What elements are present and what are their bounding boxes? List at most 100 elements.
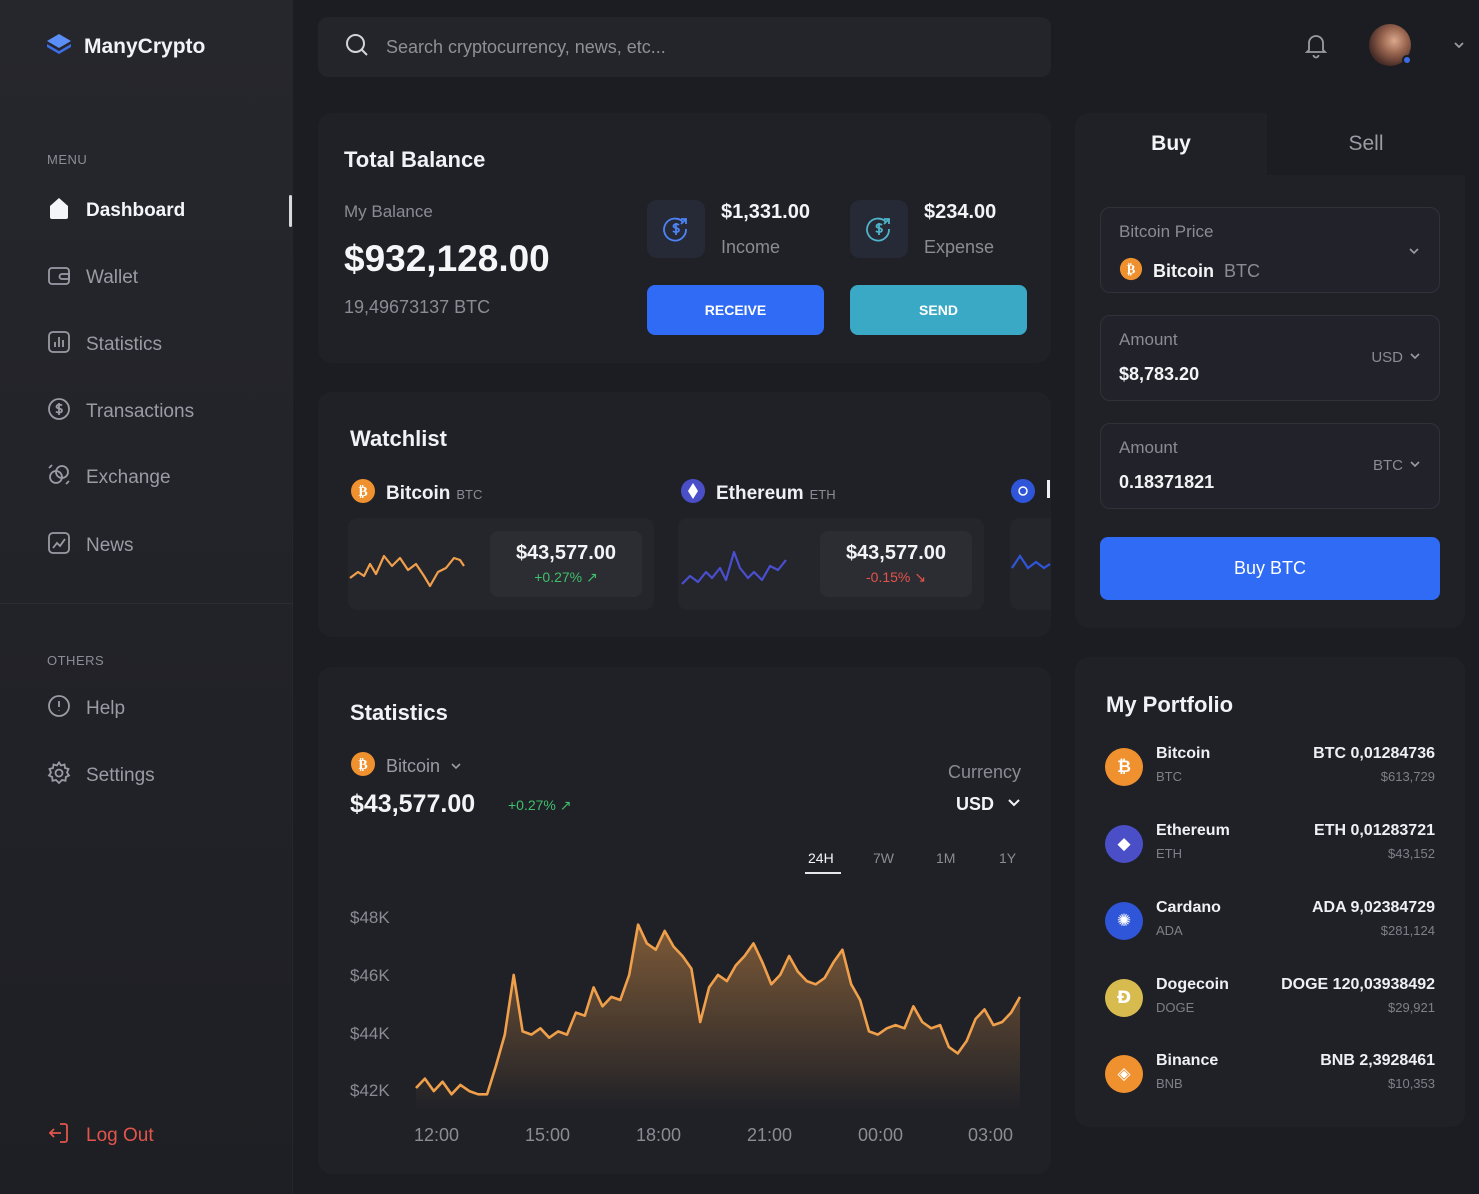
- sidebar-item-help[interactable]: Help: [46, 694, 125, 724]
- chevron-down-icon[interactable]: [1452, 38, 1466, 57]
- logout-icon: [46, 1120, 72, 1152]
- watchlist-tile-partial: [1010, 518, 1051, 610]
- trend-down-icon: ↘: [914, 569, 926, 585]
- bitcoin-price-field[interactable]: Bitcoin Price ₿ Bitcoin BTC: [1100, 207, 1440, 293]
- sidebar-item-news[interactable]: News: [46, 531, 134, 561]
- chevron-down-icon: [1006, 794, 1022, 815]
- search-bar[interactable]: [318, 17, 1051, 77]
- wallet-icon: [46, 262, 72, 294]
- buy-btc-button[interactable]: Buy BTC: [1100, 537, 1440, 600]
- expense-icon: [850, 200, 908, 258]
- bitcoin-icon: ₿: [1105, 748, 1143, 786]
- watchlist-tile-ethereum[interactable]: $43,577.00 -0.15% ↘: [678, 518, 984, 610]
- send-button[interactable]: SEND: [850, 285, 1027, 335]
- watchlist-coin-symbol: ETH: [809, 486, 836, 502]
- trend-up-icon: ↗: [559, 797, 572, 813]
- sidebar-item-label: Statistics: [86, 334, 163, 355]
- portfolio-row-ethereum[interactable]: ◆ Ethereum ETH ETH 0,01283721 $43,152: [1105, 822, 1435, 872]
- timeframe-24h[interactable]: 24H: [808, 850, 834, 866]
- expense-label: Expense: [924, 237, 995, 257]
- sidebar-item-label: Exchange: [86, 467, 171, 488]
- portfolio-coin-usd: $43,152: [1388, 846, 1435, 861]
- watchlist-price: $43,577.00: [845, 542, 947, 564]
- sidebar-item-label: Dashboard: [86, 200, 186, 221]
- avatar[interactable]: [1369, 24, 1412, 66]
- search-input[interactable]: [386, 36, 986, 58]
- portfolio-coin-symbol: ETH: [1156, 846, 1182, 861]
- bitcoin-icon: ₿: [350, 751, 376, 782]
- sidebar-item-statistics[interactable]: Statistics: [46, 330, 162, 360]
- watchlist-coin-name: Ethereum: [716, 483, 804, 504]
- sidebar: ManyCrypto MENU Dashboard Wallet Statist…: [0, 0, 293, 1194]
- svg-text:₿: ₿: [358, 484, 367, 500]
- total-balance-title: Total Balance: [344, 147, 486, 172]
- tab-sell[interactable]: Sell: [1267, 113, 1465, 175]
- portfolio-coin-usd: $613,729: [1380, 769, 1435, 784]
- chevron-down-icon: [1407, 244, 1421, 263]
- currency-selector-btc[interactable]: BTC: [1373, 457, 1421, 474]
- timeframe-1m[interactable]: 1M: [936, 850, 955, 866]
- timeframe-1y[interactable]: 1Y: [999, 850, 1016, 866]
- chevron-down-icon: [1409, 457, 1421, 474]
- amount-usd-value[interactable]: $8,783.20: [1119, 364, 1199, 385]
- logout-label: Log Out: [86, 1125, 154, 1146]
- watchlist-tile-bitcoin[interactable]: $43,577.00 +0.27% ↗: [348, 518, 654, 610]
- statistics-change: +0.27% ↗: [508, 797, 572, 813]
- coin-selector[interactable]: ₿ Bitcoin: [350, 751, 462, 782]
- y-tick: $48K: [350, 908, 390, 927]
- logout-button[interactable]: Log Out: [46, 1121, 154, 1151]
- watchlist-change: -0.15% ↘: [866, 569, 926, 585]
- income-label: Income: [721, 237, 781, 257]
- portfolio-row-binance[interactable]: ◈ Binance BNB BNB 2,3928461 $10,353: [1105, 1052, 1435, 1102]
- field-label: Amount: [1119, 330, 1178, 349]
- tab-buy[interactable]: Buy: [1075, 113, 1267, 175]
- statistics-icon: [46, 329, 72, 361]
- amount-btc-value[interactable]: 0.18371821: [1119, 472, 1214, 493]
- portfolio-coin-name: Bitcoin: [1156, 745, 1211, 762]
- bitcoin-icon: ₿: [1119, 257, 1143, 286]
- portfolio-row-cardano[interactable]: ✺ Cardano ADA ADA 9,02384729 $281,124: [1105, 899, 1435, 949]
- portfolio-coin-amount: DOGE 120,03938492: [1281, 976, 1435, 993]
- income-icon: [647, 200, 705, 258]
- portfolio-row-dogecoin[interactable]: Ð Dogecoin DOGE DOGE 120,03938492 $29,921: [1105, 976, 1435, 1026]
- bitcoin-icon: ₿: [350, 478, 376, 510]
- sidebar-item-wallet[interactable]: Wallet: [46, 263, 138, 293]
- statistics-title: Statistics: [350, 700, 448, 725]
- portfolio-row-bitcoin[interactable]: ₿ Bitcoin BTC BTC 0,01284736 $613,729: [1105, 745, 1435, 795]
- timeframe-active-underline: [805, 872, 841, 874]
- sidebar-item-label: Wallet: [86, 267, 139, 288]
- sidebar-item-dashboard[interactable]: Dashboard: [46, 196, 185, 226]
- sidebar-item-label: Transactions: [86, 401, 195, 422]
- portfolio-coin-usd: $29,921: [1388, 1000, 1435, 1015]
- cardano-icon: [1010, 478, 1036, 509]
- watchlist-item-ethereum-header[interactable]: Ethereum ETH: [680, 478, 836, 510]
- portfolio-coin-amount: ADA 9,02384729: [1311, 899, 1435, 916]
- statistics-price: $43,577.00: [350, 790, 476, 818]
- notification-bell-icon[interactable]: [1303, 31, 1329, 64]
- timeframe-7w[interactable]: 7W: [873, 850, 894, 866]
- portfolio-coin-symbol: ADA: [1156, 923, 1183, 938]
- portfolio-coin-name: Dogecoin: [1156, 976, 1229, 993]
- price-chart[interactable]: [414, 890, 1024, 1110]
- sidebar-item-settings[interactable]: Settings: [46, 760, 155, 791]
- receive-button[interactable]: RECEIVE: [647, 285, 824, 335]
- currency-selector-usd[interactable]: USD: [1371, 349, 1421, 366]
- sidebar-item-transactions[interactable]: Transactions: [46, 397, 194, 427]
- ethereum-icon: [680, 478, 706, 510]
- field-label: Bitcoin Price: [1119, 222, 1214, 241]
- amount-btc-field[interactable]: Amount 0.18371821 BTC: [1100, 423, 1440, 509]
- brand[interactable]: ManyCrypto: [46, 32, 205, 61]
- bitcoin-sparkline: [349, 554, 465, 588]
- watchlist-price-box: $43,577.00 -0.15% ↘: [820, 531, 972, 597]
- watchlist-item-bitcoin-header[interactable]: ₿ Bitcoin BTC: [350, 478, 482, 510]
- watchlist-price-box: $43,577.00 +0.27% ↗: [490, 531, 642, 597]
- dollar-circle-icon: [46, 396, 72, 428]
- portfolio-coin-amount: BNB 2,3928461: [1320, 1052, 1435, 1069]
- portfolio-coin-name: Cardano: [1156, 899, 1221, 916]
- watchlist-item-partial[interactable]: [1010, 478, 1051, 618]
- sidebar-item-exchange[interactable]: Exchange: [46, 463, 171, 493]
- chevron-down-icon: [450, 756, 462, 777]
- amount-usd-field[interactable]: Amount $8,783.20 USD: [1100, 315, 1440, 401]
- watchlist-coin-symbol: BTC: [456, 486, 483, 502]
- currency-selector[interactable]: USD: [956, 794, 1022, 815]
